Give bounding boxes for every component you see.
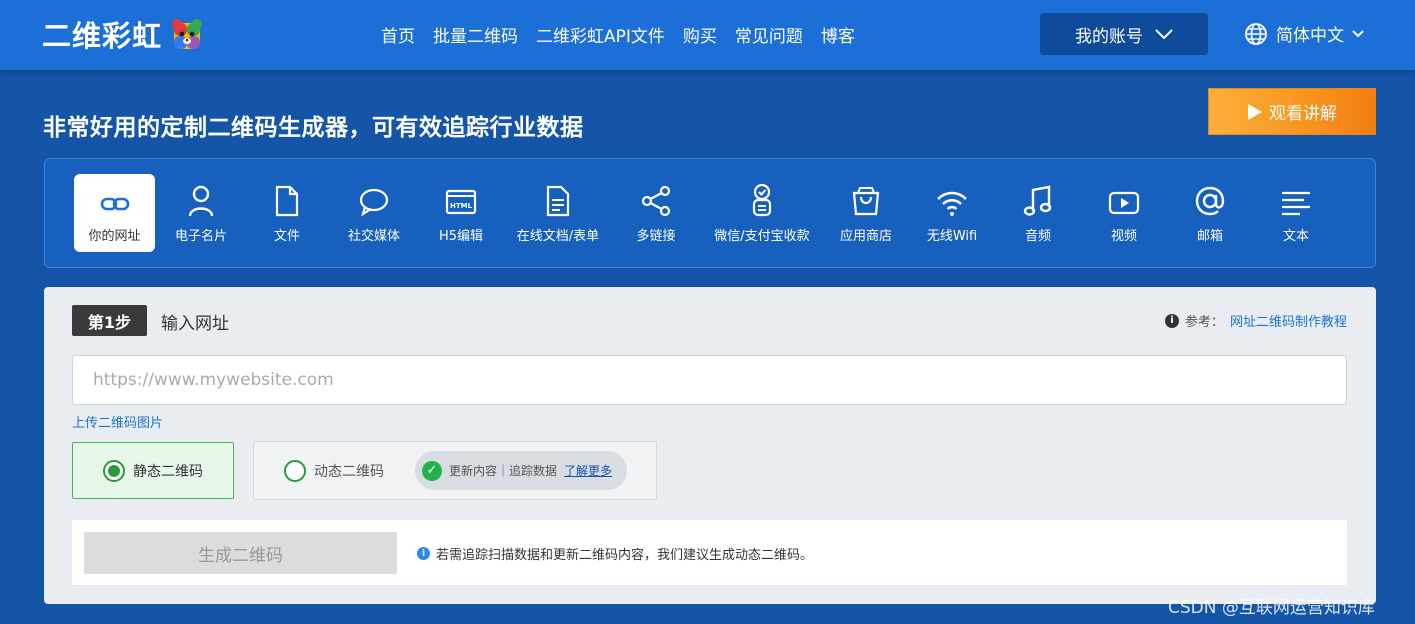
type-wifi[interactable]: 无线Wifi (911, 174, 993, 252)
person-icon (188, 185, 214, 217)
main-nav: 首页 批量二维码 二维彩虹API文件 购买 常见问题 博客 (381, 22, 873, 47)
step-badge: 第1步 (72, 305, 147, 336)
reference-label: 参考： (1184, 315, 1224, 330)
learn-more-link[interactable]: 了解更多 (564, 462, 612, 479)
play-icon (1248, 103, 1262, 120)
type-label: 应用商店 (839, 229, 892, 244)
url-form-panel: 第1步 输入网址 i 参考： 网址二维码制作教程 上传二维码图片 静态二维码 动… (44, 287, 1376, 604)
type-url[interactable]: 你的网址 (74, 174, 155, 252)
file-icon (275, 185, 299, 217)
globe-icon (1245, 22, 1267, 45)
nav-faq[interactable]: 常见问题 (735, 22, 803, 47)
generate-qrcode-button[interactable]: 生成二维码 (84, 532, 397, 574)
type-label: H5编辑 (438, 229, 484, 244)
dynamic-qrcode-option[interactable]: 动态二维码 ✓ 更新内容｜追踪数据 了解更多 (253, 441, 657, 500)
type-file[interactable]: 文件 (246, 174, 328, 252)
type-label: 多链接 (636, 229, 676, 244)
svg-text:HTML: HTML (450, 202, 473, 210)
generate-note-text: 若需追踪扫描数据和更新二维码内容，我们建议生成动态二维码。 (436, 548, 814, 563)
language-selector[interactable]: 简体中文 (1244, 21, 1364, 46)
type-multi-link[interactable]: 多链接 (615, 174, 697, 252)
type-app-store[interactable]: 应用商店 (825, 174, 907, 252)
logo-text: 二维彩虹 (42, 19, 163, 53)
chat-bubble-icon (359, 188, 389, 217)
watermark-text: CSDN @互联网运营知识库 (1168, 598, 1375, 618)
type-label: 文件 (273, 229, 300, 244)
logo[interactable]: 二维彩虹 (42, 14, 204, 54)
type-email[interactable]: 邮箱 (1169, 174, 1251, 252)
music-icon (1023, 185, 1052, 216)
type-label: 音频 (1024, 229, 1051, 244)
language-label: 简体中文 (1276, 26, 1344, 46)
nav-home[interactable]: 首页 (381, 22, 415, 47)
check-icon: ✓ (422, 460, 442, 481)
tutorial-link[interactable]: 网址二维码制作教程 (1230, 311, 1347, 330)
type-text[interactable]: 文本 (1255, 174, 1337, 252)
type-label: 邮箱 (1196, 229, 1223, 244)
qr-type-selector: 你的网址 电子名片 文件 社交媒体 HTML H5编辑 在线文档/表单 多链接 … (44, 158, 1376, 268)
type-video[interactable]: 视频 (1083, 174, 1165, 252)
link-icon (100, 197, 129, 211)
info-icon: i (1164, 313, 1179, 328)
document-icon (546, 185, 570, 217)
nav-api-docs[interactable]: 二维彩虹API文件 (536, 22, 665, 47)
radio-selected-icon[interactable] (103, 459, 125, 482)
type-vcard[interactable]: 电子名片 (160, 174, 242, 252)
info-icon: i (417, 547, 430, 560)
type-audio[interactable]: 音频 (997, 174, 1079, 252)
html-icon: HTML (445, 189, 477, 215)
rainbow-bear-logo-icon (172, 19, 203, 49)
text-icon (1282, 191, 1310, 216)
my-account-label: 我的账号 (1075, 26, 1143, 47)
type-h5[interactable]: HTML H5编辑 (420, 174, 502, 252)
at-icon (1195, 186, 1225, 216)
static-qrcode-label: 静态二维码 (133, 463, 203, 480)
type-label: 文本 (1282, 229, 1309, 244)
generate-note: i 若需追踪扫描数据和更新二维码内容，我们建议生成动态二维码。 (417, 544, 813, 563)
type-social[interactable]: 社交媒体 (332, 174, 416, 252)
dynamic-qrcode-label: 动态二维码 (314, 463, 384, 480)
type-label: 你的网址 (88, 229, 141, 244)
dynamic-features-text: 更新内容｜追踪数据 (449, 464, 558, 478)
video-icon (1108, 191, 1140, 215)
upload-qrcode-link[interactable]: 上传二维码图片 (72, 412, 163, 431)
type-label: 社交媒体 (347, 229, 400, 244)
type-payment[interactable]: 微信/支付宝收款 (703, 174, 821, 252)
watch-tutorial-label: 观看讲解 (1269, 104, 1337, 124)
chevron-down-icon (1352, 29, 1364, 37)
type-document[interactable]: 在线文档/表单 (506, 174, 610, 252)
url-input[interactable] (72, 355, 1347, 405)
chevron-down-icon (1155, 29, 1173, 40)
reference-link-group: i 参考： 网址二维码制作教程 (1164, 311, 1347, 330)
page-headline: 非常好用的定制二维码生成器，可有效追踪行业数据 (43, 115, 584, 141)
nav-buy[interactable]: 购买 (683, 22, 717, 47)
nav-batch-qrcode[interactable]: 批量二维码 (433, 22, 518, 47)
watch-tutorial-button[interactable]: 观看讲解 (1208, 88, 1376, 135)
top-navigation-bar: 二维彩虹 首页 批量二维码 二维彩虹API文件 购买 常见问题 博客 我的账号 (0, 0, 1415, 70)
shopping-bag-icon (852, 187, 880, 216)
nav-blog[interactable]: 博客 (821, 22, 855, 47)
type-label: 在线文档/表单 (516, 229, 600, 244)
type-label: 微信/支付宝收款 (714, 229, 810, 244)
step-title: 输入网址 (161, 314, 229, 334)
payment-icon (752, 183, 772, 217)
type-label: 无线Wifi (926, 229, 978, 244)
generate-row: 生成二维码 i 若需追踪扫描数据和更新二维码内容，我们建议生成动态二维码。 (72, 520, 1347, 585)
my-account-button[interactable]: 我的账号 (1040, 13, 1208, 55)
radio-unselected-icon[interactable] (284, 459, 306, 482)
dynamic-features-pill: ✓ 更新内容｜追踪数据 了解更多 (415, 451, 627, 490)
static-qrcode-option[interactable]: 静态二维码 (72, 442, 234, 499)
type-label: 视频 (1110, 229, 1137, 244)
type-label: 电子名片 (174, 229, 227, 244)
wifi-icon (937, 191, 967, 216)
share-icon (641, 185, 671, 217)
